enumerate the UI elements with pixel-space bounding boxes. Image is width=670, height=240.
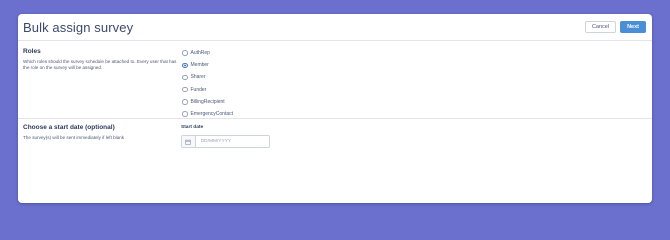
role-option-member[interactable]: Member — [182, 59, 233, 71]
role-label: Funder — [190, 86, 207, 93]
start-date-info: Choose a start date (optional) The surve… — [23, 124, 183, 141]
start-date-input[interactable] — [195, 136, 269, 147]
start-date-block: Start date — [181, 125, 270, 148]
radio-member[interactable] — [182, 62, 188, 69]
roles-description: Which roles should the survey schedule b… — [23, 59, 177, 70]
start-date-section: Choose a start date (optional) The surve… — [18, 119, 652, 203]
role-option-sharer[interactable]: Sharer — [182, 71, 233, 83]
role-label: BillingRecipient — [190, 98, 225, 105]
radio-authrep[interactable] — [182, 50, 188, 56]
header-actions: Cancel Next — [584, 21, 646, 33]
radio-billingrecipient[interactable] — [182, 99, 188, 105]
modal-header: Bulk assign survey Cancel Next — [18, 14, 652, 41]
calendar-icon[interactable] — [182, 136, 196, 147]
role-option-billingrecipient[interactable]: BillingRecipient — [182, 96, 233, 108]
role-label: Sharer — [190, 74, 206, 81]
radio-funder[interactable] — [182, 86, 188, 93]
bulk-assign-modal: Bulk assign survey Cancel Next Roles Whi… — [18, 14, 652, 203]
role-option-authrep[interactable]: AuthRep — [182, 47, 233, 59]
roles-title: Roles — [23, 48, 41, 55]
role-label: Member — [190, 62, 209, 69]
role-option-funder[interactable]: Funder — [182, 84, 233, 96]
start-date-label: Start date — [181, 125, 204, 130]
start-date-title: Choose a start date (optional) — [23, 124, 115, 131]
start-date-input-wrapper[interactable] — [181, 135, 270, 148]
radio-emergencycontact[interactable] — [182, 111, 188, 117]
page-title: Bulk assign survey — [23, 19, 134, 35]
next-button[interactable]: Next — [620, 21, 646, 33]
start-date-description: The survey(s) will be sent immediately i… — [23, 135, 125, 140]
roles-radio-group: AuthRep Member Sharer Funder BillingReci… — [182, 47, 233, 120]
role-label: EmergencyContact — [190, 111, 234, 118]
role-label: AuthRep — [190, 50, 210, 57]
cancel-button[interactable]: Cancel — [584, 21, 617, 33]
radio-sharer[interactable] — [182, 74, 188, 81]
roles-section: Roles Which roles should the survey sche… — [18, 41, 652, 119]
roles-info: Roles Which roles should the survey sche… — [23, 48, 183, 71]
